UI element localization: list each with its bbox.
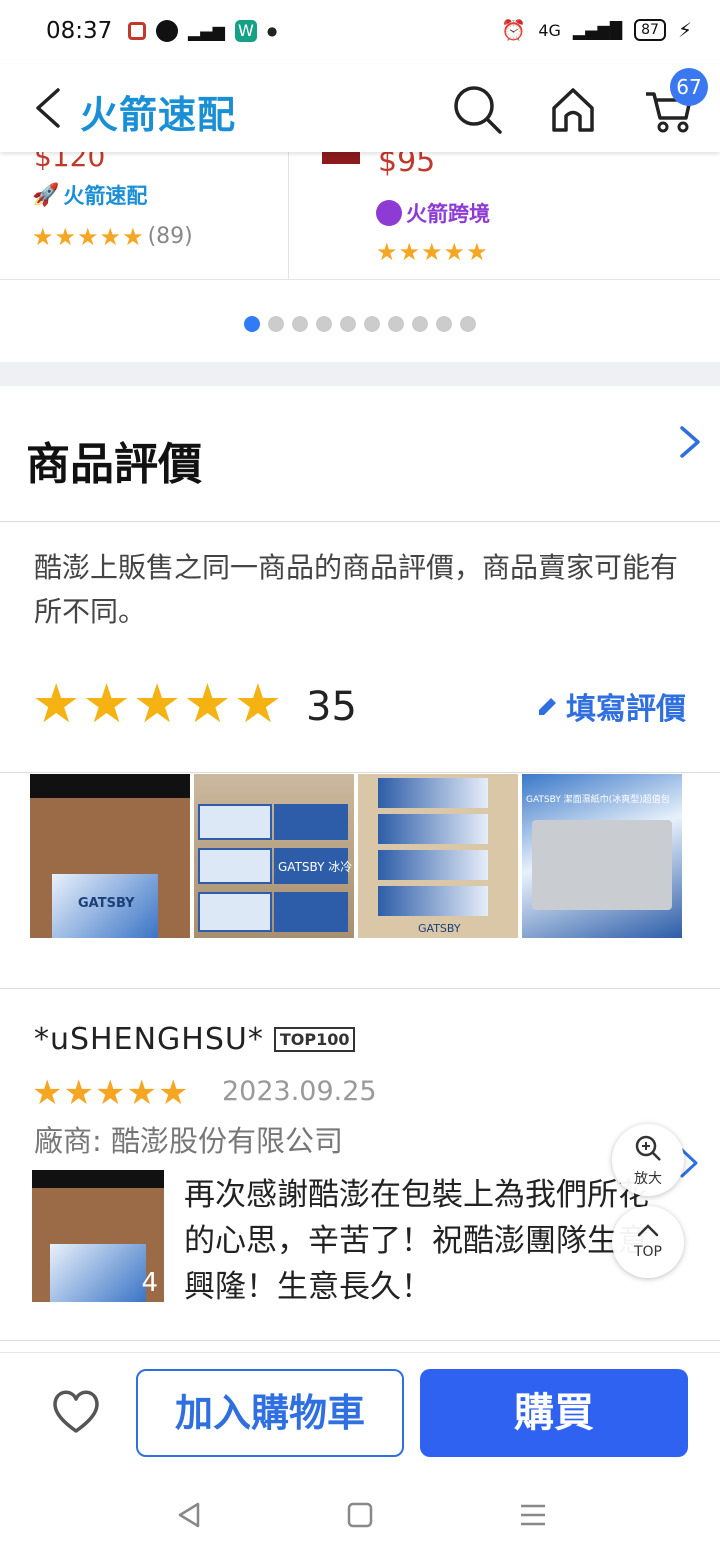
rocket-crossborder-icon [376, 200, 402, 226]
brand-title: 火箭速配 [80, 93, 237, 137]
write-review-button[interactable]: 填寫評價 [536, 684, 686, 728]
rocket-icon: 🚀 [32, 182, 60, 208]
system-nav-bar [0, 1472, 720, 1560]
product-page: 08:37 ▂▄▆ W ● ⏰ 4G ▂▄▆█ 87 ⚡ 火箭速配 67 $12… [0, 0, 720, 1560]
chevron-right-icon[interactable] [674, 424, 704, 460]
chevron-up-icon [637, 1224, 659, 1237]
star-rating-icon: ★ ★ ★ ★ ★ [376, 238, 488, 266]
nav-home-icon[interactable] [345, 1500, 375, 1530]
review-photo-thumbnail[interactable]: 4 [32, 1170, 164, 1302]
review-star-rating: ★ ★ ★ ★ ★ [32, 1073, 189, 1113]
divider [0, 772, 720, 773]
review-text: 再次感謝酷澎在包裝上為我們所花的心思，辛苦了！祝酷澎團隊生意興隆！生意長久！ [184, 1177, 649, 1305]
product-thumbnail-partial[interactable] [322, 152, 360, 164]
review-count: (89) [147, 224, 193, 249]
zoom-label: 放大 [634, 1171, 662, 1187]
pagination-dot[interactable] [388, 316, 404, 332]
review-photo[interactable]: GATSBY [30, 774, 190, 938]
alarm-icon: ⏰ [501, 18, 527, 42]
pagination-dot[interactable] [364, 316, 380, 332]
pagination-dot[interactable] [316, 316, 332, 332]
status-time: 08:37 [46, 18, 113, 44]
cart-count-badge: 67 [670, 68, 708, 106]
review-author-row: *uSHENGHSU* TOP100 [34, 1022, 356, 1057]
photo-label: GATSBY 冰冷 [278, 860, 353, 874]
battery-indicator: 87 [634, 19, 666, 41]
rocket-express-tag: 🚀 火箭速配 [32, 180, 147, 210]
review-photo[interactable]: GATSBY 冰冷 [194, 774, 354, 938]
section-spacer [0, 362, 720, 386]
reviews-title: 商品評價 [26, 439, 202, 490]
divider [0, 988, 720, 989]
pagination-dot[interactable] [412, 316, 428, 332]
zoom-in-icon [635, 1135, 661, 1161]
w-app-icon: W [234, 20, 257, 42]
pencil-icon [539, 698, 556, 715]
overall-star-rating: ★ ★ ★ ★ ★ [32, 672, 283, 735]
rocket-express-label: 火箭速配 [63, 184, 148, 208]
zoom-button[interactable]: 放大 [612, 1124, 684, 1196]
photo-label: GATSBY [418, 922, 461, 935]
home-icon[interactable] [546, 82, 600, 136]
review-photo-strip: GATSBY GATSBY 冰冷 GATSBY GATSBY 潔面濕紙巾(冰爽型… [30, 774, 682, 938]
app-header: 火箭速配 [0, 64, 720, 152]
review-photo-count: 4 [141, 1268, 158, 1298]
reviewer-badge: TOP100 [273, 1027, 356, 1052]
divider [0, 521, 720, 522]
signal-icon: ▂▄▆█ [572, 20, 623, 40]
pagination-dot[interactable] [268, 316, 284, 332]
divider [0, 1340, 720, 1341]
more-dot-icon: ● [266, 24, 278, 38]
status-right: ⏰ 4G ▂▄▆█ 87 ⚡ [501, 18, 692, 42]
review-photo[interactable]: GATSBY [358, 774, 518, 938]
purchase-action-bar: 加入購物車 購買 [0, 1352, 720, 1472]
charging-icon: ⚡ [677, 18, 692, 42]
nav-menu-icon[interactable] [518, 1500, 548, 1530]
back-arrow-icon[interactable] [30, 84, 70, 132]
divider [288, 152, 289, 280]
signal-chart-icon: ▂▄▆ [188, 21, 225, 41]
app-notification-icon [128, 22, 146, 40]
pagination-dot[interactable] [244, 316, 260, 332]
review-date: 2023.09.25 [222, 1076, 377, 1107]
photo-label: GATSBY [78, 896, 135, 911]
buy-button[interactable]: 購買 [420, 1369, 688, 1457]
nav-back-icon[interactable] [174, 1500, 204, 1530]
rocket-crossborder-label: 火箭跨境 [406, 202, 490, 226]
add-to-cart-button[interactable]: 加入購物車 [136, 1369, 404, 1457]
rocket-crossborder-tag: 火箭跨境 [376, 198, 490, 228]
review-photo[interactable]: GATSBY 潔面濕紙巾(冰爽型)超值包 [522, 774, 682, 938]
pagination-dot[interactable] [436, 316, 452, 332]
heart-icon[interactable] [50, 1387, 102, 1435]
pagination-dot[interactable] [292, 316, 308, 332]
product-rating: ★ ★ ★ ★ ★ (89) [32, 224, 193, 249]
network-type: 4G [538, 20, 561, 40]
status-bar: 08:37 ▂▄▆ W ● ⏰ 4G ▂▄▆█ 87 ⚡ [0, 0, 720, 64]
scroll-top-button[interactable]: TOP [612, 1206, 684, 1278]
notification-icons: ▂▄▆ W ● [128, 20, 277, 42]
write-review-label: 填寫評價 [566, 692, 686, 727]
total-review-count: 35 [306, 684, 357, 730]
photo-label: GATSBY 潔面濕紙巾(冰爽型)超值包 [526, 795, 670, 805]
pagination-dot[interactable] [340, 316, 356, 332]
review-vendor: 廠商: 酷澎股份有限公司 [34, 1124, 343, 1158]
pagination-dot[interactable] [460, 316, 476, 332]
review-author: *uSHENGHSU* [34, 1022, 264, 1057]
line-icon [156, 20, 178, 42]
search-icon[interactable] [450, 82, 504, 136]
star-rating-icon: ★ ★ ★ ★ ★ [32, 222, 144, 251]
top-label: TOP [633, 1244, 662, 1260]
carousel-pagination [244, 316, 476, 332]
reviews-disclaimer: 酷澎上販售之同一商品的商品評價，商品賣家可能有所不同。 [34, 551, 679, 628]
related-products-carousel[interactable]: $120 $95 🚀 火箭速配 ★ ★ ★ ★ ★ (89) 火箭跨境 ★ ★ ★ ★ ★ [0, 140, 720, 280]
